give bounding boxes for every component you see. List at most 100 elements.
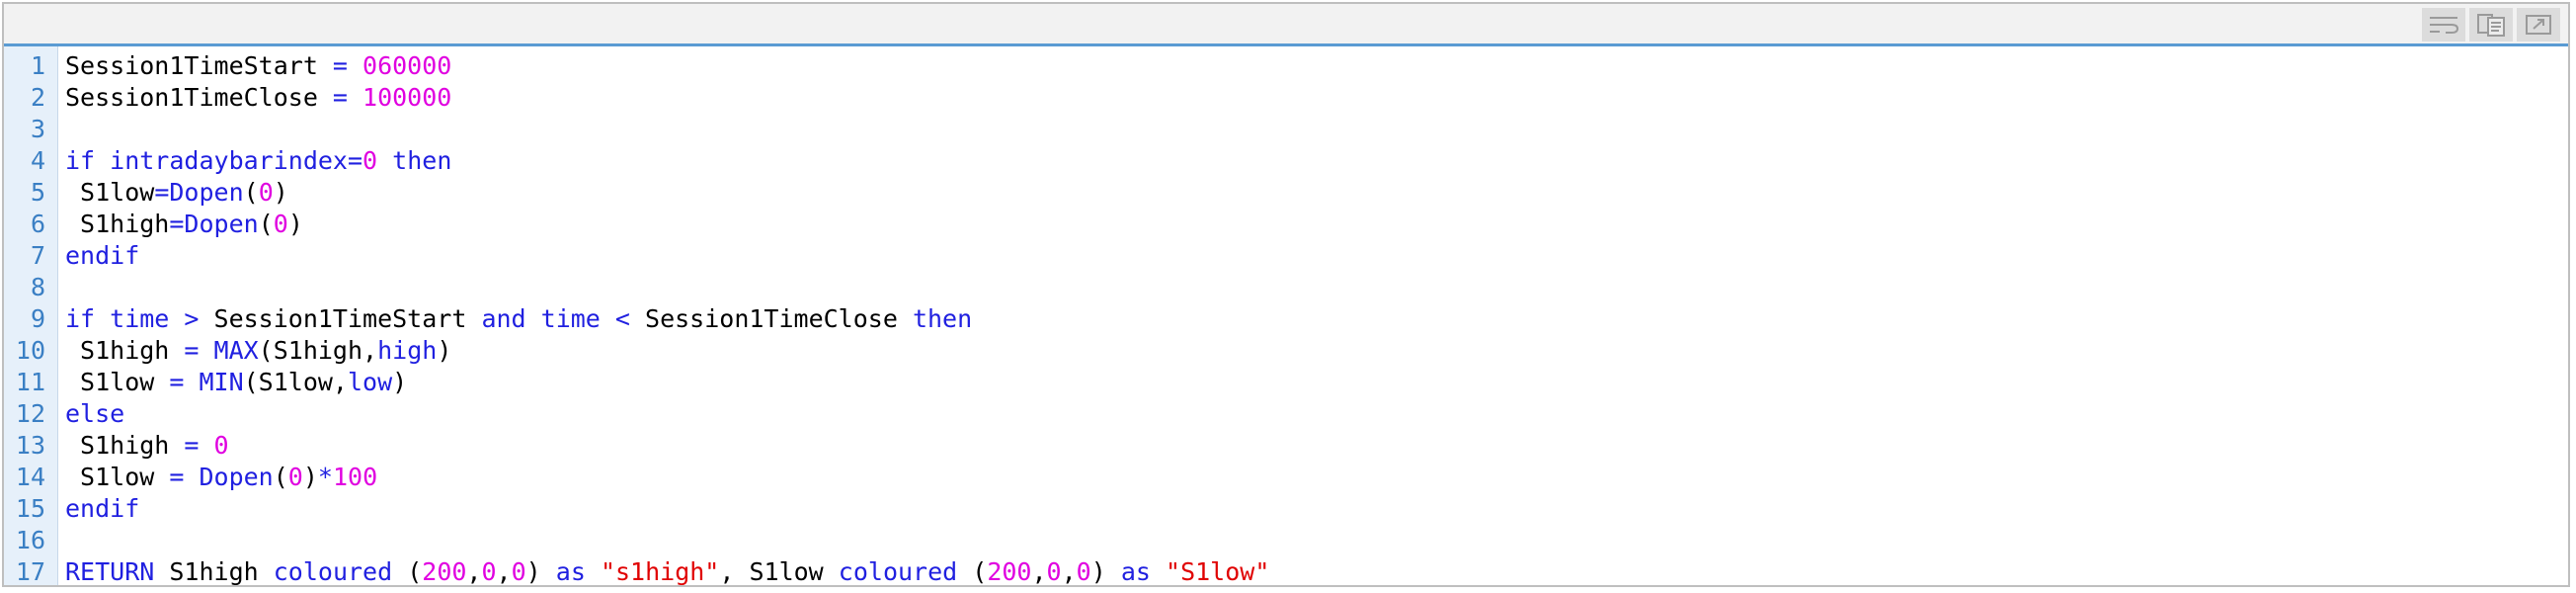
code-line: 2 Session1TimeClose = 100000	[4, 82, 2568, 114]
code-token: RETURN	[65, 557, 155, 586]
line-number: 14	[15, 463, 45, 491]
code-token: )	[1090, 557, 1121, 586]
code-token: 0	[1046, 557, 1062, 586]
code-token: S1low	[65, 178, 155, 207]
code-token: =	[347, 146, 363, 175]
code-token: then	[897, 304, 973, 333]
code-token: as	[1120, 557, 1151, 586]
code-line-text: endif	[65, 240, 139, 272]
code-token: =	[154, 463, 200, 491]
code-token: 0	[258, 178, 274, 207]
code-token: 0	[362, 146, 378, 175]
code-token: Session1TimeClose	[65, 83, 318, 112]
code-token: =	[154, 368, 200, 396]
code-token: high	[377, 336, 438, 365]
wrap-lines-icon	[2430, 17, 2459, 34]
code-line: 11 S1low = MIN(S1low,low)	[4, 367, 2568, 398]
code-line: 6 S1high=Dopen(0)	[4, 209, 2568, 240]
line-number: 7	[30, 241, 45, 270]
line-number: 1	[30, 51, 45, 80]
code-line-text: S1high = 0	[65, 430, 229, 462]
code-line: 14 S1low = Dopen(0)*100	[4, 462, 2568, 493]
line-number: 6	[30, 210, 45, 238]
code-line: 12 else	[4, 398, 2568, 430]
code-line-text: S1high=Dopen(0)	[65, 209, 303, 240]
code-line: 17 RETURN S1high coloured (200,0,0) as "s…	[4, 556, 2568, 586]
line-number: 4	[30, 146, 45, 175]
code-line-text: if intradaybarindex=0 then	[65, 145, 451, 177]
code-token: coloured	[838, 557, 958, 586]
line-number: 11	[15, 368, 45, 396]
code-token: 100000	[362, 83, 452, 112]
code-line-text: else	[65, 398, 124, 430]
code-line: 4 if intradaybarindex=0 then	[4, 145, 2568, 177]
code-token: =	[317, 83, 363, 112]
code-line: 8	[4, 272, 2568, 303]
line-number: 13	[15, 431, 45, 460]
code-token: (	[392, 557, 423, 586]
code-token: S1low	[65, 463, 155, 491]
code-token: MAX	[213, 336, 259, 365]
code-line-text: Session1TimeClose = 100000	[65, 82, 451, 114]
code-token: else	[65, 399, 125, 428]
code-token: endif	[65, 241, 140, 270]
code-token: Dopen	[169, 178, 244, 207]
toolbar-buttons	[2422, 8, 2560, 42]
code-line: 16	[4, 525, 2568, 556]
copy-code-button[interactable]	[2469, 8, 2513, 42]
code-line-text: S1low = MIN(S1low,low)	[65, 367, 407, 398]
code-token: 0	[1076, 557, 1091, 586]
code-token: (	[258, 210, 274, 238]
code-token: "s1high"	[600, 557, 720, 586]
code-token: ,	[496, 557, 512, 586]
line-number: 3	[30, 115, 45, 143]
code-line-text: S1low=Dopen(0)	[65, 177, 288, 209]
code-line: 1 Session1TimeStart = 060000	[4, 50, 2568, 82]
code-token: )	[525, 557, 556, 586]
code-line-text: Session1TimeStart = 060000	[65, 50, 451, 82]
code-line: 5 S1low=Dopen(0)	[4, 177, 2568, 209]
code-line: 9 if time > Session1TimeStart and time < …	[4, 303, 2568, 335]
code-viewer: 1 Session1TimeStart = 060000 2 Session1Time…	[2, 2, 2570, 587]
code-token: ,	[1031, 557, 1047, 586]
code-token: 0	[481, 557, 497, 586]
code-token: MIN	[199, 368, 244, 396]
code-token: (	[957, 557, 988, 586]
code-token: low	[347, 368, 393, 396]
code-token: 200	[422, 557, 467, 586]
code-token: 100	[332, 463, 378, 491]
wrap-lines-button[interactable]	[2422, 8, 2465, 42]
code-token: , S1low	[719, 557, 839, 586]
code-token: *	[317, 463, 333, 491]
code-token: =	[154, 178, 170, 207]
line-number: 8	[30, 273, 45, 301]
open-popup-button[interactable]	[2517, 8, 2560, 42]
code-token: =	[169, 431, 214, 460]
code-token: and time	[466, 304, 601, 333]
code-token: ,	[466, 557, 482, 586]
code-token: 0	[287, 463, 303, 491]
line-number: 15	[15, 494, 45, 523]
code-token: as	[555, 557, 586, 586]
code-token: endif	[65, 494, 140, 523]
code-line: 3	[4, 114, 2568, 145]
code-token: )	[302, 463, 318, 491]
code-area[interactable]: 1 Session1TimeStart = 060000 2 Session1Time…	[4, 46, 2568, 585]
code-token: S1low	[65, 368, 155, 396]
code-token: Session1TimeStart	[65, 51, 318, 80]
line-number: 17	[15, 557, 45, 586]
line-number: 2	[30, 83, 45, 112]
code-token: Dopen	[199, 463, 274, 491]
code-token: if time	[65, 304, 170, 333]
code-token: <	[600, 304, 646, 333]
code-line: 15 endif	[4, 493, 2568, 525]
code-token: 200	[987, 557, 1032, 586]
code-token: "S1low"	[1166, 557, 1270, 586]
code-token: Dopen	[184, 210, 259, 238]
code-token: S1high	[65, 431, 170, 460]
code-token: if intradaybarindex	[65, 146, 348, 175]
line-number: 10	[15, 336, 45, 365]
line-number: 16	[15, 526, 45, 554]
code-token: )	[287, 210, 303, 238]
